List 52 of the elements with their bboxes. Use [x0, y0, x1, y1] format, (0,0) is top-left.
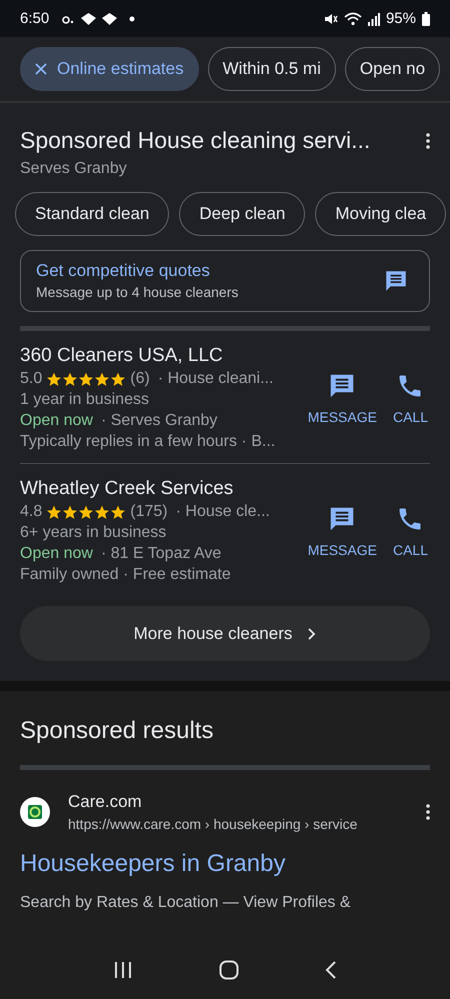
message-button[interactable]: MESSAGE — [306, 371, 379, 425]
call-button[interactable]: CALL — [390, 371, 430, 425]
business-name[interactable]: 360 Cleaners USA, LLC — [20, 345, 294, 367]
more-options-icon[interactable] — [426, 804, 430, 820]
business-details: Typically replies in a few hours · B... — [20, 433, 276, 451]
close-icon — [35, 63, 47, 75]
site-logo-icon — [20, 797, 50, 827]
site-name: Care.com — [68, 792, 143, 812]
business-name[interactable]: Wheatley Creek Services — [20, 478, 294, 500]
service-chip[interactable]: Deep clean — [179, 192, 306, 236]
result-snippet: Search by Rates & Location — View Profiles & — [20, 894, 352, 912]
service-chip[interactable]: Moving clea — [315, 192, 446, 236]
rating: 4.8 — [20, 503, 42, 521]
filter-chip[interactable]: Within 0.5 mi — [208, 47, 336, 91]
back-icon[interactable] — [325, 960, 337, 980]
chevron-right-icon — [306, 628, 316, 640]
battery-level: 95% — [386, 10, 416, 27]
business-category: · House cleani... — [158, 370, 274, 388]
business-location: · Serves Granby — [100, 412, 218, 430]
filter-chip[interactable]: Online estimates — [20, 47, 199, 91]
business-location: · 81 E Topaz Ave — [100, 545, 222, 563]
section-title: Sponsored House cleaning servi... — [20, 127, 370, 154]
review-count: (175) — [130, 503, 168, 521]
signal-icon — [368, 12, 380, 26]
section-title: Sponsored results — [20, 717, 214, 745]
battery-icon — [422, 12, 430, 26]
quotes-subtitle: Message up to 4 house cleaners — [36, 284, 238, 300]
business-category: · House cle... — [176, 503, 270, 521]
business-years: 6+ years in business — [20, 524, 168, 542]
quotes-title: Get competitive quotes — [36, 261, 211, 281]
more-options-icon[interactable] — [426, 132, 430, 148]
review-count: (6) — [130, 370, 150, 388]
recent-apps-icon[interactable] — [113, 961, 133, 979]
status-time: 6:50 — [20, 10, 50, 27]
open-status: Open now — [20, 545, 93, 563]
site-url: https://www.care.com › housekeeping › service — [68, 816, 358, 832]
wifi-icon — [344, 12, 362, 26]
service-chip[interactable]: Standard clean — [15, 192, 170, 236]
quotes-card[interactable]: Get competitive quotes Message up to 4 house cleaners — [20, 250, 430, 312]
open-status: Open now — [20, 412, 93, 430]
message-button[interactable]: MESSAGE — [306, 504, 379, 558]
business-details: Family owned · Free estimate — [20, 566, 232, 584]
rating: 5.0 — [20, 370, 42, 388]
more-button[interactable]: More house cleaners — [20, 606, 430, 661]
result-link[interactable]: Housekeepers in Granby — [20, 850, 430, 878]
home-icon[interactable] — [219, 960, 239, 980]
section-subtitle: Serves Granby — [20, 160, 128, 178]
filter-chip[interactable]: Open no — [344, 47, 440, 91]
dot-icon — [129, 16, 136, 22]
mute-icon — [324, 12, 338, 26]
business-years: 1 year in business — [20, 391, 150, 409]
call-button[interactable]: CALL — [390, 504, 430, 558]
